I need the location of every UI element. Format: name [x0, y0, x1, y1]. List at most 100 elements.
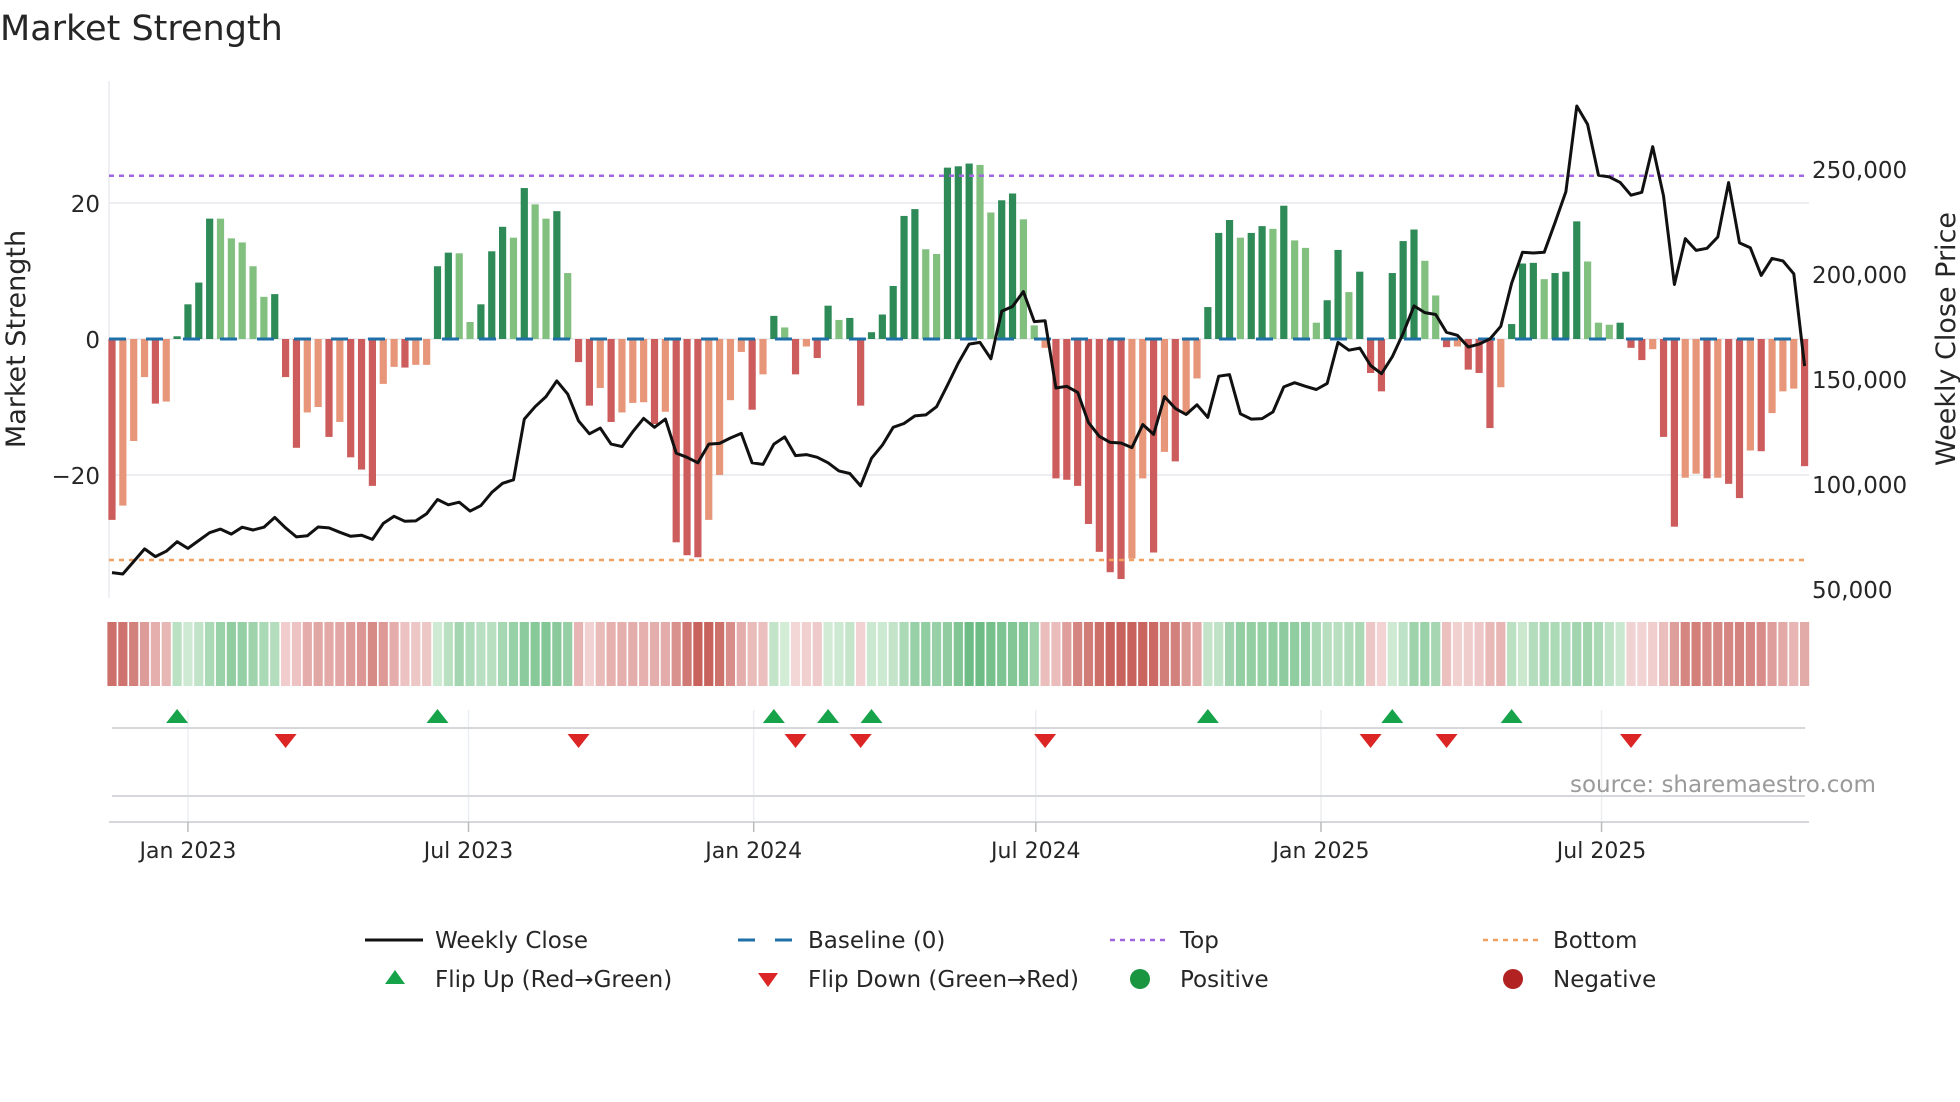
- heat-strip-cell: [1170, 622, 1180, 686]
- heat-strip-cell: [1724, 622, 1734, 686]
- strength-bar: [1377, 339, 1386, 392]
- heat-strip-cell: [1214, 622, 1224, 686]
- right-y-axis-title: Weekly Close Price: [1931, 212, 1960, 466]
- marker-panel-vertical-gridlines: [187, 710, 1603, 822]
- strength-bar: [130, 339, 138, 441]
- heat-strip-cell: [1029, 622, 1039, 686]
- strength-bar: [1649, 339, 1657, 350]
- heat-strip-cell: [1691, 622, 1701, 686]
- heat-strip-cell: [682, 622, 692, 686]
- heat-strip-cell: [1398, 622, 1408, 686]
- heat-strip-cell: [1322, 622, 1332, 686]
- strength-bar: [846, 317, 854, 339]
- strength-bar: [694, 339, 702, 558]
- strength-bar: [401, 339, 409, 368]
- strength-bar: [542, 218, 550, 339]
- strength-bar: [911, 209, 919, 339]
- heat-strip-cell: [118, 622, 128, 686]
- strength-bar: [195, 282, 203, 339]
- heat-strip-cell: [270, 622, 280, 686]
- strength-bar: [412, 339, 420, 365]
- strength-bar: [813, 339, 821, 359]
- strength-bar: [1019, 219, 1027, 339]
- heat-strip-cell: [1702, 622, 1712, 686]
- strength-bar: [1725, 339, 1733, 484]
- strength-bar: [824, 305, 832, 339]
- heat-strip-cell: [400, 622, 410, 686]
- strength-bar: [1236, 237, 1244, 339]
- strength-bar: [1063, 339, 1071, 480]
- strength-bar: [282, 339, 290, 378]
- strength-bar: [488, 251, 496, 339]
- heat-strip-cell: [1420, 622, 1430, 686]
- strength-bar: [1562, 271, 1570, 339]
- heat-strip-cell: [1474, 622, 1484, 686]
- heat-strip-cell: [1333, 622, 1343, 686]
- strength-bar: [1345, 292, 1353, 339]
- strength-bar: [781, 327, 789, 339]
- strength-bar: [835, 319, 843, 339]
- heat-strip-cell: [671, 622, 681, 686]
- strength-bar: [1008, 193, 1017, 339]
- strength-bar: [140, 339, 149, 378]
- heat-strip-cell: [899, 622, 909, 686]
- heat-strip-cell: [1311, 622, 1321, 686]
- strength-bar: [726, 339, 735, 401]
- strength-bar: [943, 167, 952, 339]
- strength-bar: [1280, 205, 1288, 339]
- heat-strip-cell: [1116, 622, 1126, 686]
- y-tick-label: 0: [85, 328, 100, 354]
- right-y-tick-labels: 250,000 200,000 150,000 100,000 50,000: [1812, 158, 1907, 604]
- heat-strip-cell: [530, 622, 540, 686]
- flip-up-marker: [860, 709, 883, 723]
- heat-strip-cell: [1734, 622, 1745, 686]
- heat-strip-cell: [1713, 622, 1723, 686]
- heat-strip-cell: [758, 622, 768, 686]
- heat-strip-cell: [205, 622, 215, 686]
- heat-strip-cell: [573, 622, 584, 686]
- heat-strip-cell: [715, 622, 725, 686]
- heat-strip-cell: [313, 622, 323, 686]
- heat-strip-cell: [1040, 622, 1050, 686]
- flip-down-marker: [1359, 734, 1382, 748]
- strength-bar: [596, 339, 604, 388]
- strength-bar: [1529, 262, 1537, 339]
- heat-strip-cell: [1680, 622, 1690, 686]
- heat-strip-cell: [823, 622, 833, 686]
- heat-strip-cell: [801, 622, 811, 686]
- heat-strip-cell: [1756, 622, 1766, 686]
- y2-tick-label: 250,000: [1812, 158, 1907, 184]
- strength-bar: [585, 339, 593, 406]
- heat-strip-cell: [194, 622, 204, 686]
- strength-bar: [1605, 324, 1613, 339]
- heat-strip-cell: [1279, 622, 1289, 686]
- source-watermark: source: sharemaestro.com: [1570, 772, 1876, 798]
- heat-strip-cell: [942, 622, 953, 686]
- strength-bar: [1204, 307, 1212, 339]
- heat-strip-cell: [291, 622, 302, 686]
- heat-strip-cell: [964, 622, 974, 686]
- strength-bar: [1225, 220, 1234, 339]
- flip-down-marker: [849, 734, 872, 748]
- strength-bar: [466, 322, 474, 339]
- heat-strip-cell: [606, 622, 616, 686]
- strength-bar: [303, 339, 311, 413]
- heat-strip-cell: [845, 622, 855, 686]
- heat-strip-cell: [367, 622, 377, 686]
- flip-down-marker: [274, 734, 297, 748]
- heat-strip-cell: [1203, 622, 1213, 686]
- strength-bar: [379, 339, 387, 384]
- strength-bar: [1638, 339, 1646, 361]
- heat-strip-cell: [356, 622, 367, 686]
- strength-bar: [347, 339, 355, 458]
- strength-bar: [108, 339, 116, 520]
- strength-bar: [618, 339, 626, 413]
- heat-strip-cell: [107, 622, 117, 686]
- flip-up-marker: [817, 709, 840, 723]
- heat-strip-cell: [237, 622, 247, 686]
- strength-bar: [509, 237, 518, 339]
- heat-strip-cell: [975, 622, 985, 686]
- strength-bar: [1616, 322, 1624, 339]
- heat-strip-cell: [1051, 622, 1061, 686]
- strength-bar: [1356, 271, 1364, 339]
